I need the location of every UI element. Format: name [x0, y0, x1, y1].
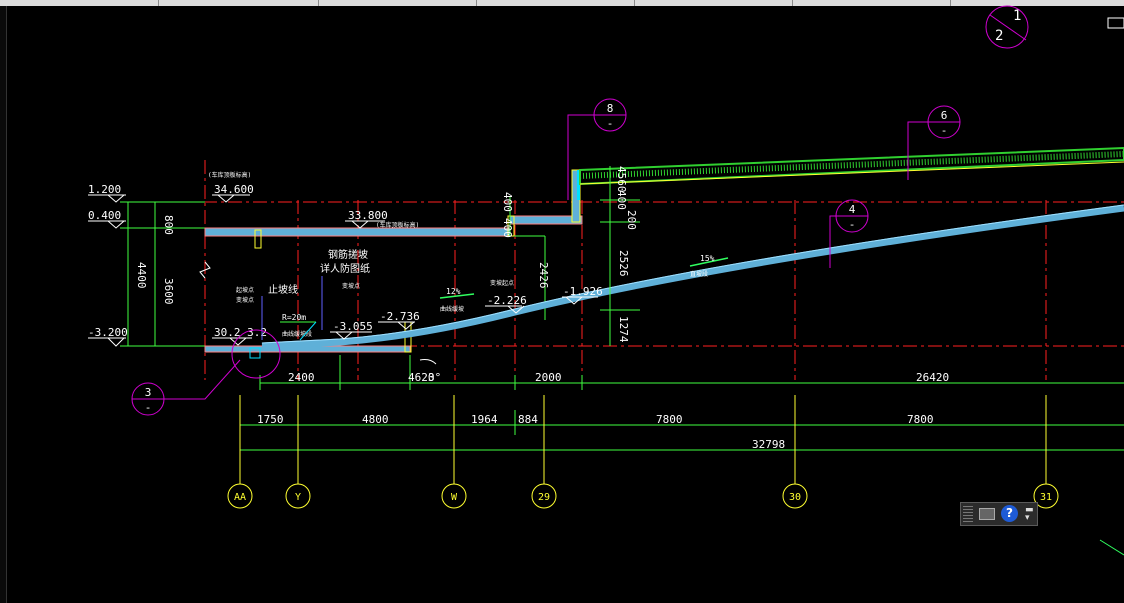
elev-text-m2736: -2.736 [380, 310, 420, 323]
canopy-roof [579, 146, 1124, 186]
axis-lines [239, 395, 1047, 484]
dim-text-1964: 1964 [471, 413, 498, 426]
help-icon[interactable]: ? [1001, 505, 1018, 522]
axis-label-y: Y [295, 492, 301, 503]
vdim-200: 200 [625, 210, 638, 230]
cad-drawing[interactable]: 1.200 0.400 -3.200 34.600 33.800 -3.055 … [0, 0, 1124, 603]
dim-text-4800: 4800 [362, 413, 389, 426]
callout-4-leader [829, 215, 836, 268]
section-symbol-top: 1 [1013, 8, 1021, 24]
dim-text-total: 32798 [752, 438, 785, 451]
callout-6-leader [907, 121, 928, 180]
axis-bubbles [227, 483, 1059, 509]
elev-marker-3023 [212, 337, 252, 346]
elev-marker-1200 [88, 194, 126, 203]
edge-green-line [1099, 539, 1124, 556]
grip-icon[interactable] [963, 506, 973, 522]
elev-text-m1926: -1.926 [563, 285, 603, 298]
callout-3-num: 3 [145, 386, 152, 399]
menu-chevron-icon[interactable]: ▬ ▾ [1025, 506, 1034, 523]
stop-line-label: 止坡线 [268, 283, 298, 296]
dim-text-2000: 2000 [535, 371, 562, 384]
horizontal-dims [240, 355, 1124, 451]
vdim-1274: 1274 [617, 316, 630, 343]
vdim-400c: 400 [615, 190, 628, 210]
elev-text-33800: 33.800 [348, 209, 388, 222]
elev-marker-m3200 [88, 337, 126, 347]
note-change-point-3: 变坡起点 [490, 279, 514, 287]
corner-mark [1107, 17, 1124, 29]
dim-text-7800a: 7800 [656, 413, 683, 426]
note-straight-slope: 直坡段 [690, 270, 708, 278]
dim-text-2400: 2400 [288, 371, 315, 384]
axis-label-31: 31 [1040, 492, 1052, 503]
callout-8-num: 8 [607, 102, 614, 115]
vdim-2426: 2426 [537, 262, 550, 289]
radius-label: R=20m [282, 313, 306, 322]
elev-text-m3055: -3.055 [333, 320, 373, 333]
angle-label: 3° [428, 371, 441, 384]
vdim-3600: 3600 [162, 278, 175, 305]
elev-text-34600: 34.600 [214, 183, 254, 196]
elev-marker-0400 [88, 220, 126, 229]
steel-ramp-label: 钢筋搓坡 [328, 248, 368, 261]
axis-label-w: W [451, 492, 458, 503]
note-change-point: 变坡点 [236, 296, 254, 304]
elev-marker-m2736 [378, 321, 415, 330]
axis-label-30: 30 [789, 492, 801, 503]
elev-marker-34600 [212, 194, 250, 203]
elev-text-1200: 1.200 [88, 183, 121, 196]
callout-8-sheet: - [607, 117, 614, 130]
vdim-2526: 2526 [617, 250, 630, 277]
note-change-point-2: 变坡点 [342, 282, 360, 290]
vdim-4400: 4400 [135, 262, 148, 289]
upper-step-slab [509, 215, 583, 225]
slope-text-15: 15% [700, 254, 715, 263]
angle-arc [419, 359, 437, 365]
roof-slab [204, 227, 511, 237]
axis-label-aa: AA [234, 492, 246, 503]
callout-3-leader [164, 359, 241, 400]
callout-6-num: 6 [941, 109, 948, 122]
dim-text-1750: 1750 [257, 413, 284, 426]
elev-text-m3200: -3.200 [88, 326, 128, 339]
keyboard-icon[interactable] [979, 508, 995, 520]
dim-text-7800b: 7800 [907, 413, 934, 426]
callout-3-sheet: - [145, 401, 152, 414]
slope-text-12: 12% [446, 287, 461, 296]
detail-callouts [131, 98, 961, 416]
callout-6-sheet: - [941, 124, 948, 137]
callout-4-sheet: - [849, 218, 856, 231]
dim-text-26420: 26420 [916, 371, 949, 384]
elev-text-m2226: -2.226 [487, 294, 527, 307]
note-slope-curve-2: 曲线缓坡 [440, 305, 464, 313]
elev-text-0400: 0.400 [88, 209, 121, 222]
navigation-widget[interactable]: ? ▬ ▾ [960, 502, 1038, 526]
axis-label-29: 29 [538, 492, 550, 503]
elev-text-3023: 30.2 3.2 [214, 326, 267, 339]
vdim-800: 800 [162, 215, 175, 235]
callout-4-num: 4 [849, 203, 856, 216]
note-start-point: 起坡点 [236, 286, 254, 294]
note-roof-top1: (车库顶板标高) [208, 171, 251, 179]
see-drawing-label: 详人防图纸 [320, 262, 370, 275]
note-roof-top2: (车库顶板标高) [376, 221, 419, 229]
dim-text-884: 884 [518, 413, 538, 426]
vdim-400b: 400 [501, 218, 514, 238]
section-symbol-bottom: 2 [995, 28, 1003, 44]
vdim-400a: 400 [501, 192, 514, 212]
vdim-4560: 4560 [615, 166, 628, 193]
